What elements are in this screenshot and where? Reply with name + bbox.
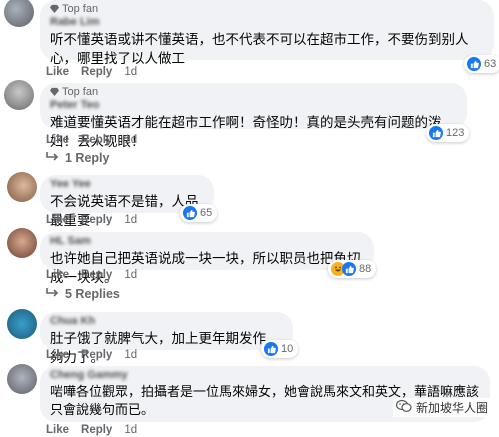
comment-actions: Like Reply 1d	[46, 348, 137, 362]
like-link[interactable]: Like	[46, 133, 69, 147]
comment-actions: Like Reply 1d	[46, 133, 137, 147]
comment-author[interactable]: Cheng Gammy	[50, 369, 480, 382]
timestamp[interactable]: 1d	[124, 213, 137, 227]
reply-link[interactable]: Reply	[81, 348, 112, 362]
reply-arrow-icon	[46, 151, 59, 165]
timestamp[interactable]: 1d	[124, 65, 137, 79]
reaction-count: 88	[359, 263, 372, 275]
reaction-count: 65	[200, 207, 213, 219]
like-reaction-icon	[183, 206, 197, 220]
reaction-summary[interactable]: 65	[180, 204, 218, 222]
comment-text: 听不懂英语或讲不懂英语，也不代表不可以在超市工作，不要伤到别人心，哪里找了以人做…	[50, 32, 469, 66]
wechat-icon	[395, 399, 412, 416]
avatar[interactable]	[4, 80, 34, 110]
avatar[interactable]	[7, 309, 37, 339]
view-replies-link[interactable]: 1 Reply	[46, 151, 109, 165]
avatar[interactable]	[4, 0, 34, 27]
reply-link[interactable]: Reply	[81, 213, 112, 227]
like-link[interactable]: Like	[46, 423, 69, 437]
timestamp[interactable]: 1d	[124, 348, 137, 362]
like-link[interactable]: Like	[46, 65, 69, 79]
diamond-icon	[50, 87, 59, 96]
reaction-summary[interactable]: 123	[426, 124, 470, 142]
comment-author[interactable]: Rabe Lim	[50, 16, 484, 29]
view-replies-link[interactable]: 5 Replies	[46, 287, 120, 301]
top-fan-badge: Top fan	[50, 3, 484, 16]
comment-actions: Like Reply 1d	[46, 423, 137, 437]
avatar[interactable]	[7, 228, 37, 258]
reaction-count: 123	[446, 127, 465, 139]
comment-bubble: Top fan Rabe Lim 听不懂英语或讲不懂英语，也不代表不可以在超市工…	[40, 0, 494, 66]
like-link[interactable]: Like	[46, 268, 69, 282]
comment-bubble: Top fan Peter Teo 难道要懂英语才能在超市工作啊！奇怪叻！真的是…	[40, 83, 467, 149]
comment-author[interactable]: Yee Yee	[50, 178, 204, 191]
reaction-summary[interactable]: 63	[464, 55, 499, 73]
timestamp[interactable]: 1d	[124, 133, 137, 147]
timestamp[interactable]: 1d	[124, 268, 137, 282]
diamond-icon	[50, 4, 59, 14]
reaction-summary[interactable]: 88	[328, 260, 377, 278]
like-link[interactable]: Like	[46, 213, 69, 227]
avatar[interactable]	[7, 364, 37, 394]
reply-link[interactable]: Reply	[81, 268, 112, 282]
reply-link[interactable]: Reply	[81, 423, 112, 437]
like-reaction-icon	[264, 342, 278, 356]
comment-actions: Like Reply 1d	[46, 268, 137, 282]
reaction-count: 63	[484, 58, 497, 70]
timestamp[interactable]: 1d	[124, 423, 137, 437]
reply-arrow-icon	[46, 287, 59, 301]
comment-bubble: HL Sam 也许她自己把英语说成一块一块，所以职员也把鱼切成一块块。	[40, 232, 374, 285]
like-reaction-icon	[429, 126, 443, 140]
comment-author[interactable]: HL Sam	[50, 235, 364, 248]
watermark: 新加坡华人圈	[392, 398, 491, 417]
comment-actions: Like Reply 1d	[46, 213, 137, 227]
comment-author[interactable]: Peter Teo	[50, 99, 457, 112]
avatar[interactable]	[7, 172, 37, 202]
like-link[interactable]: Like	[46, 348, 69, 362]
comment-author[interactable]: Chua Kh	[50, 315, 283, 328]
comment-bubble: Chua Kh 肚子饿了就脾气大，加上更年期发作，夠力了。	[40, 312, 293, 365]
top-fan-badge: Top fan	[50, 86, 457, 99]
comment-actions: Like Reply 1d	[46, 65, 137, 79]
like-reaction-icon	[342, 262, 356, 276]
reply-link[interactable]: Reply	[81, 133, 112, 147]
reaction-count: 10	[281, 343, 294, 355]
like-reaction-icon	[467, 57, 481, 71]
reaction-summary[interactable]: 10	[261, 340, 299, 358]
reply-link[interactable]: Reply	[81, 65, 112, 79]
